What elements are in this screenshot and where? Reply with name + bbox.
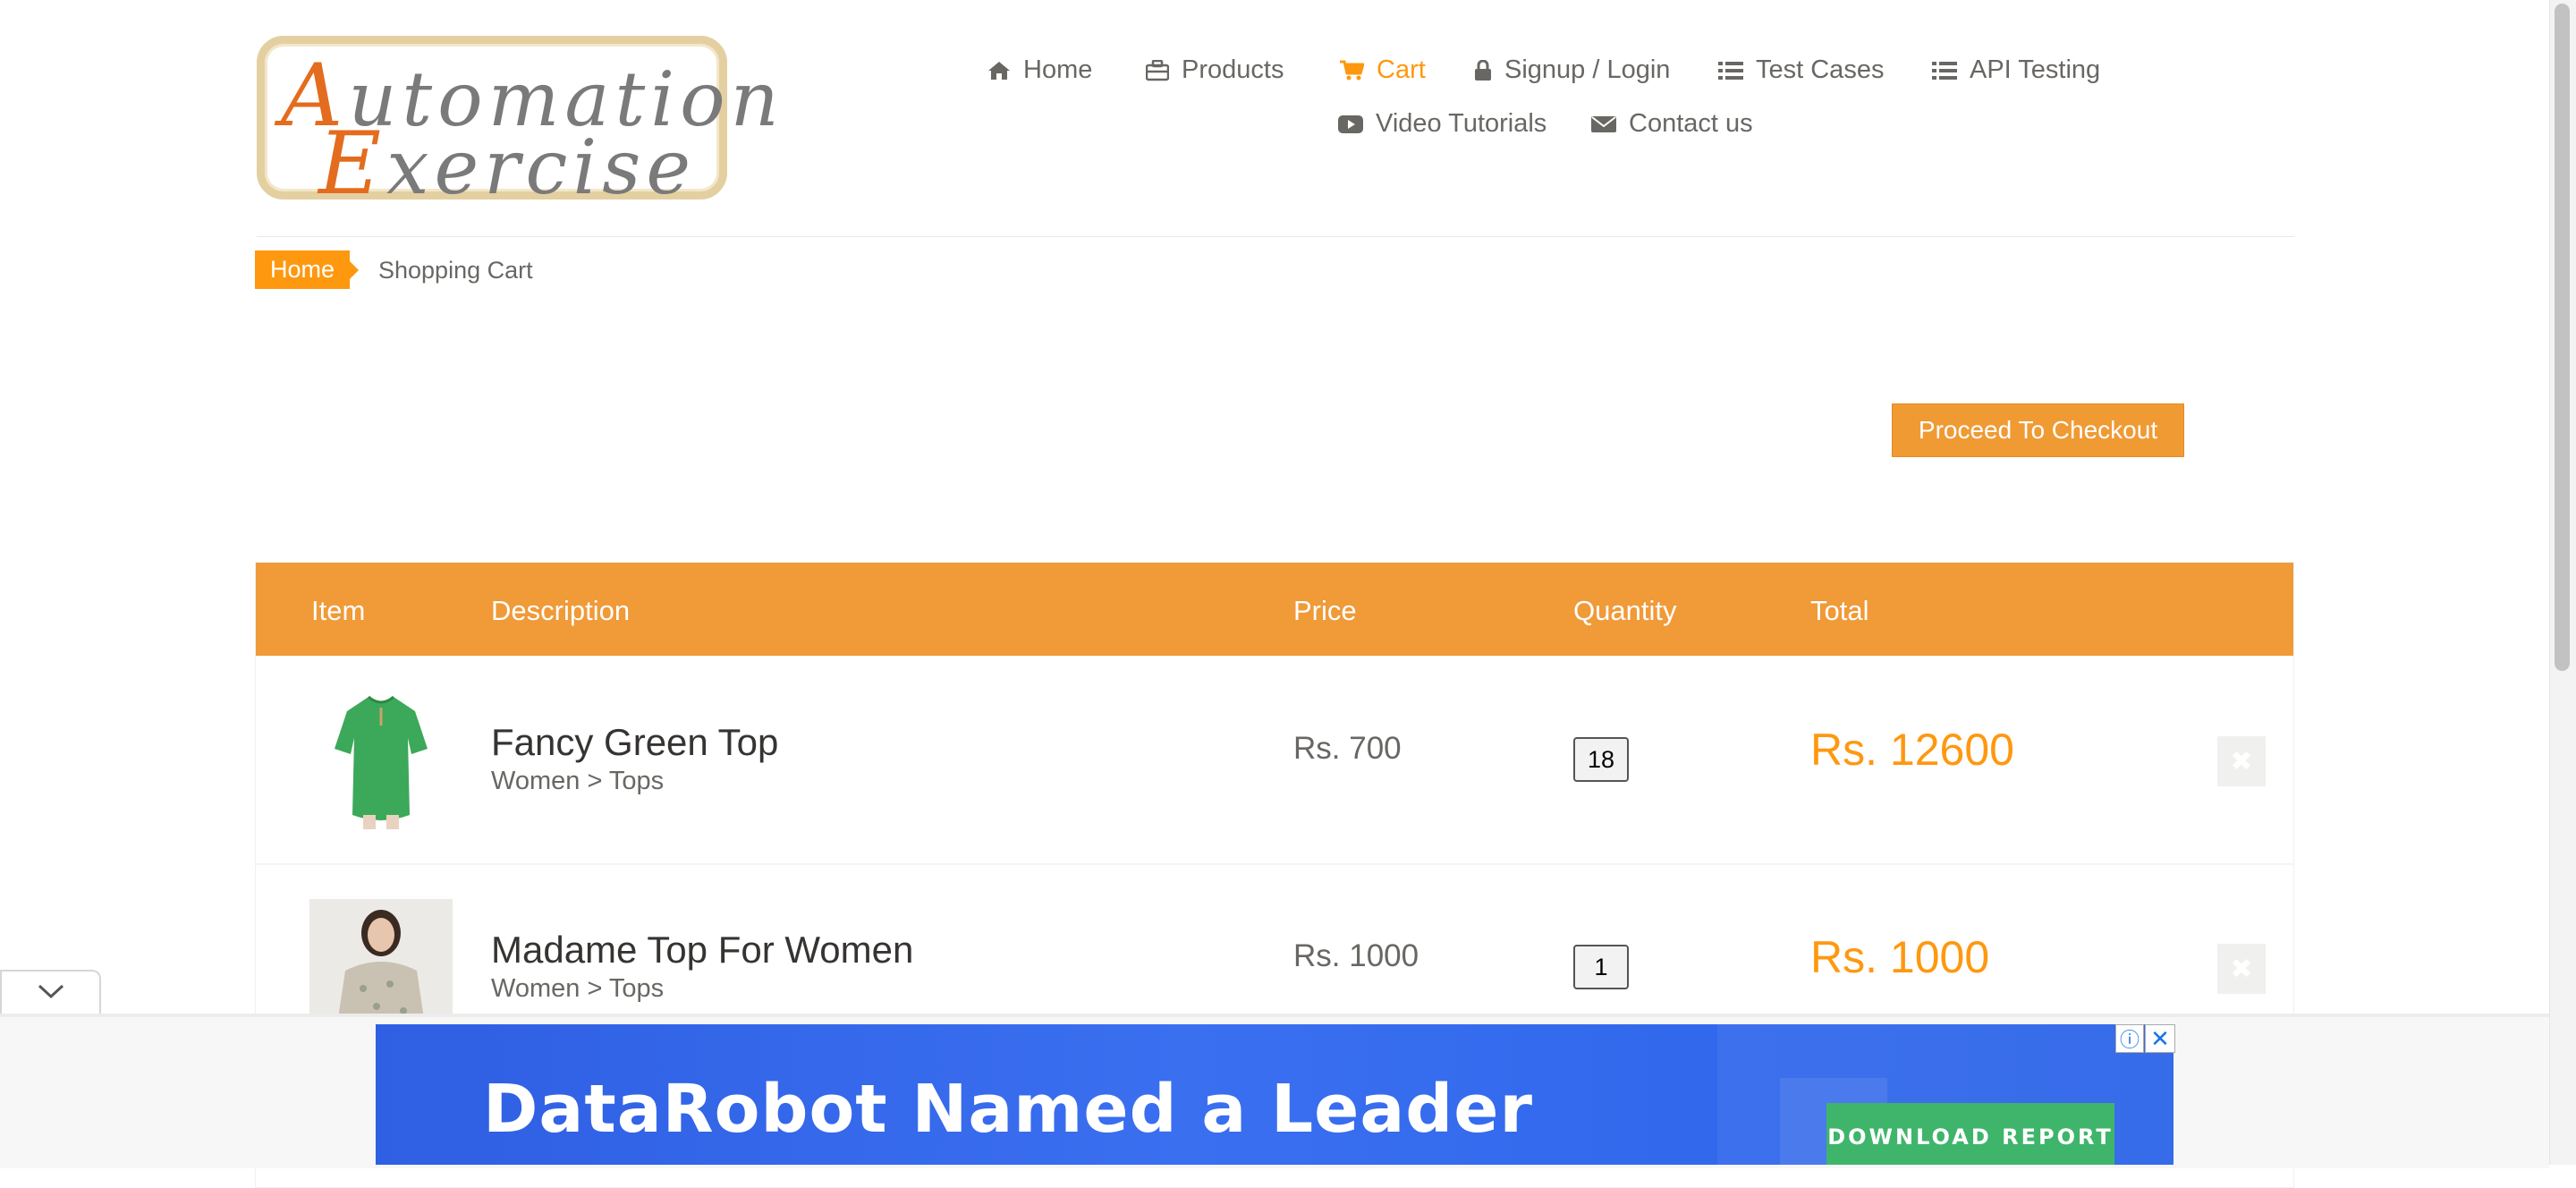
- logo-cap-e: E: [318, 114, 387, 214]
- product-image-fancy-green-top[interactable]: [309, 690, 453, 833]
- cart-icon: [1339, 60, 1364, 81]
- ad-info-icon[interactable]: ⓘ: [2115, 1024, 2144, 1053]
- youtube-icon: [1338, 115, 1363, 134]
- product-name[interactable]: Fancy Green Top: [491, 721, 778, 764]
- header-total: Total: [1810, 595, 1869, 626]
- table-row: Fancy Green Top Women > Tops Rs. 700 18 …: [256, 656, 2293, 865]
- product-category: Women > Tops: [491, 974, 665, 1003]
- logo-word-exercise: xercise: [386, 123, 697, 211]
- header-item: Item: [311, 595, 366, 626]
- header-quantity: Quantity: [1573, 595, 1677, 626]
- ad-download-report-button[interactable]: DOWNLOAD REPORT: [1826, 1103, 2114, 1165]
- nav-test-cases[interactable]: Test Cases: [1718, 55, 1884, 85]
- product-total: Rs. 12600: [1810, 725, 2014, 775]
- ad-headline: DataRobot Named a Leader: [483, 1071, 1533, 1148]
- nav-signup-login[interactable]: Signup / Login: [1474, 55, 1670, 85]
- header-price: Price: [1293, 595, 1357, 626]
- nav-video-tutorials[interactable]: Video Tutorials: [1338, 109, 1546, 139]
- lock-icon: [1474, 59, 1492, 81]
- ad-banner[interactable]: DataRobot Named a Leader DOWNLOAD REPORT: [376, 1024, 2174, 1165]
- quantity-field[interactable]: 1: [1573, 945, 1629, 989]
- quantity-field[interactable]: 18: [1573, 737, 1629, 782]
- delete-item-button[interactable]: ✖: [2217, 944, 2266, 994]
- nav-home[interactable]: Home: [987, 55, 1092, 85]
- proceed-to-checkout-button[interactable]: Proceed To Checkout: [1892, 403, 2184, 457]
- product-name[interactable]: Madame Top For Women: [491, 929, 913, 972]
- home-icon: [987, 61, 1011, 81]
- list-icon: [1932, 61, 1957, 81]
- nav-products[interactable]: Products: [1146, 55, 1284, 85]
- site-logo[interactable]: Automation Exercise: [257, 36, 779, 207]
- breadcrumb-home[interactable]: Home: [255, 250, 360, 289]
- header-description: Description: [491, 595, 631, 626]
- product-price: Rs. 700: [1293, 731, 1402, 766]
- envelope-icon: [1591, 115, 1616, 134]
- list-icon: [1718, 61, 1743, 81]
- chevron-down-icon: [37, 983, 65, 1004]
- nav-contact-us[interactable]: Contact us: [1591, 109, 1753, 139]
- ad-close-icon[interactable]: ✕: [2145, 1024, 2175, 1053]
- nav-api-testing[interactable]: API Testing: [1932, 55, 2100, 85]
- briefcase-icon: [1146, 59, 1169, 81]
- table-header: Item Description Price Quantity Total: [256, 563, 2293, 656]
- product-price: Rs. 1000: [1293, 938, 1419, 973]
- delete-item-button[interactable]: ✖: [2217, 736, 2266, 786]
- product-total: Rs. 1000: [1810, 932, 1990, 982]
- breadcrumb-current: Shopping Cart: [378, 257, 533, 284]
- header-divider: [257, 236, 2294, 237]
- scrollbar-thumb[interactable]: [2555, 4, 2570, 671]
- nav-cart[interactable]: Cart: [1339, 55, 1426, 85]
- close-icon: ✖: [2230, 746, 2253, 776]
- close-icon: ✖: [2230, 954, 2253, 984]
- product-category: Women > Tops: [491, 767, 665, 795]
- collapse-ad-button[interactable]: [0, 970, 101, 1014]
